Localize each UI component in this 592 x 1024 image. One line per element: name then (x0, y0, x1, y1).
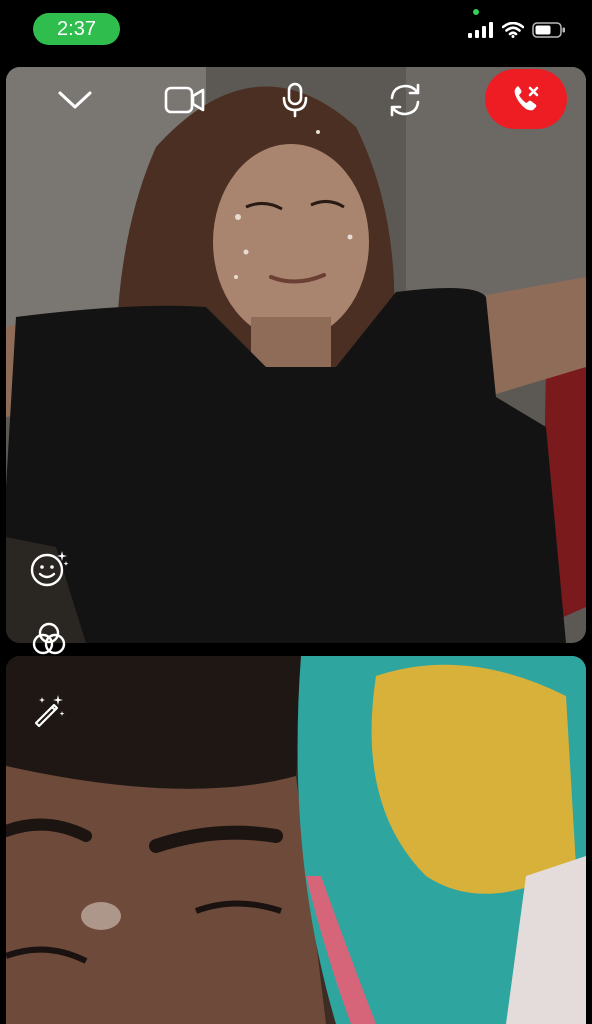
filters-button[interactable] (28, 618, 70, 660)
minimize-call-button[interactable] (53, 78, 97, 122)
magic-wand-icon (30, 691, 68, 729)
system-icons (468, 22, 566, 38)
video-camera-icon (164, 85, 206, 115)
magic-wand-button[interactable] (28, 689, 70, 731)
camera-in-use-indicator (473, 9, 479, 15)
switch-camera-button[interactable] (383, 78, 427, 122)
toggle-video-button[interactable] (163, 78, 207, 122)
remote-video-feed (6, 67, 586, 643)
microphone-icon (281, 82, 309, 118)
status-time: 2:37 (33, 13, 120, 45)
self-video-tile[interactable] (6, 656, 586, 1024)
end-call-icon (511, 84, 541, 114)
remote-video-tile[interactable] (6, 67, 586, 643)
status-bar: 2:37 (0, 0, 592, 58)
face-effects-button[interactable] (28, 547, 70, 589)
switch-camera-icon (386, 81, 424, 119)
battery-icon (532, 22, 566, 38)
chevron-down-icon (57, 89, 93, 111)
self-video-feed (6, 656, 586, 1024)
signal-icon (468, 22, 494, 38)
face-effects-icon (29, 548, 69, 588)
end-call-button[interactable] (485, 69, 567, 129)
wifi-icon (502, 22, 524, 38)
filters-icon (30, 620, 68, 658)
toggle-microphone-button[interactable] (273, 78, 317, 122)
